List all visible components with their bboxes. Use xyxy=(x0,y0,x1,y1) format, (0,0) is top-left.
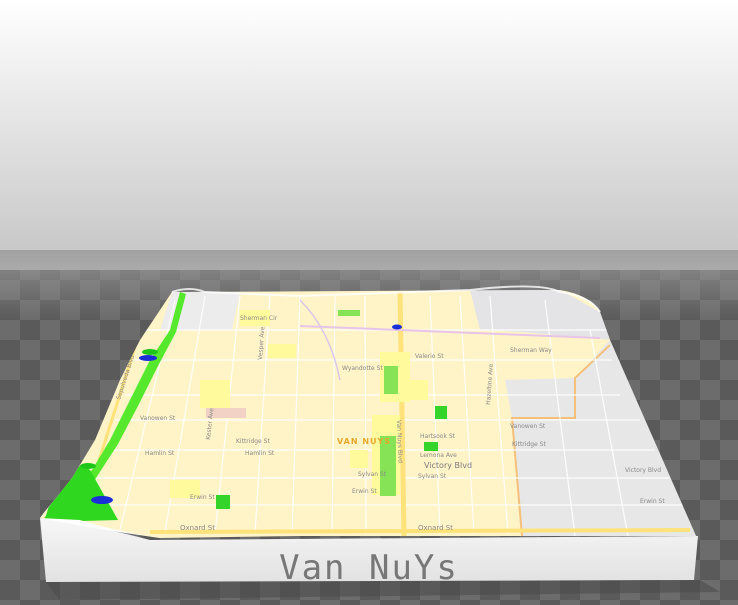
street-label: Erwin St xyxy=(352,488,377,495)
street-label: Erwin St xyxy=(190,494,215,501)
street-label: Kittridge St xyxy=(512,441,546,448)
street-label: Vanowen St xyxy=(140,415,176,422)
street-label: Oxnard St xyxy=(180,524,215,532)
street-label: Wyandotte St xyxy=(342,365,383,372)
water-marker xyxy=(91,496,113,504)
street-label: Erwin St xyxy=(640,498,665,505)
street-label: Vanowen St xyxy=(510,423,546,430)
street-label: Hamlin St xyxy=(145,450,175,457)
park-marker xyxy=(80,463,96,469)
street-label: Valerio St xyxy=(415,353,444,360)
street-label: Sherman Cir xyxy=(240,315,278,322)
street-label: Sylvan St xyxy=(358,471,387,478)
street-label: Lemona Ave xyxy=(420,452,457,459)
model-title: Van NuYs xyxy=(279,548,459,588)
boulevard-label: Victory Blvd xyxy=(424,461,472,470)
street-label: Victory Blvd xyxy=(625,467,661,474)
park-marker xyxy=(142,349,158,355)
street-label: Sherman Way xyxy=(510,347,552,354)
water-marker xyxy=(139,355,157,361)
street-label: Sylvan St xyxy=(418,473,447,480)
water-marker xyxy=(392,324,402,330)
street-label: Oxnard St xyxy=(418,524,453,532)
street-label: Hamlin St xyxy=(245,450,275,457)
map-3d-viewport[interactable]: Oxnard St Oxnard St Vanowen St Vanowen S… xyxy=(0,0,738,605)
street-label: Hartsook St xyxy=(420,433,456,440)
area-label: VAN NUYS xyxy=(337,437,391,446)
street-label: Kittridge St xyxy=(236,438,270,445)
